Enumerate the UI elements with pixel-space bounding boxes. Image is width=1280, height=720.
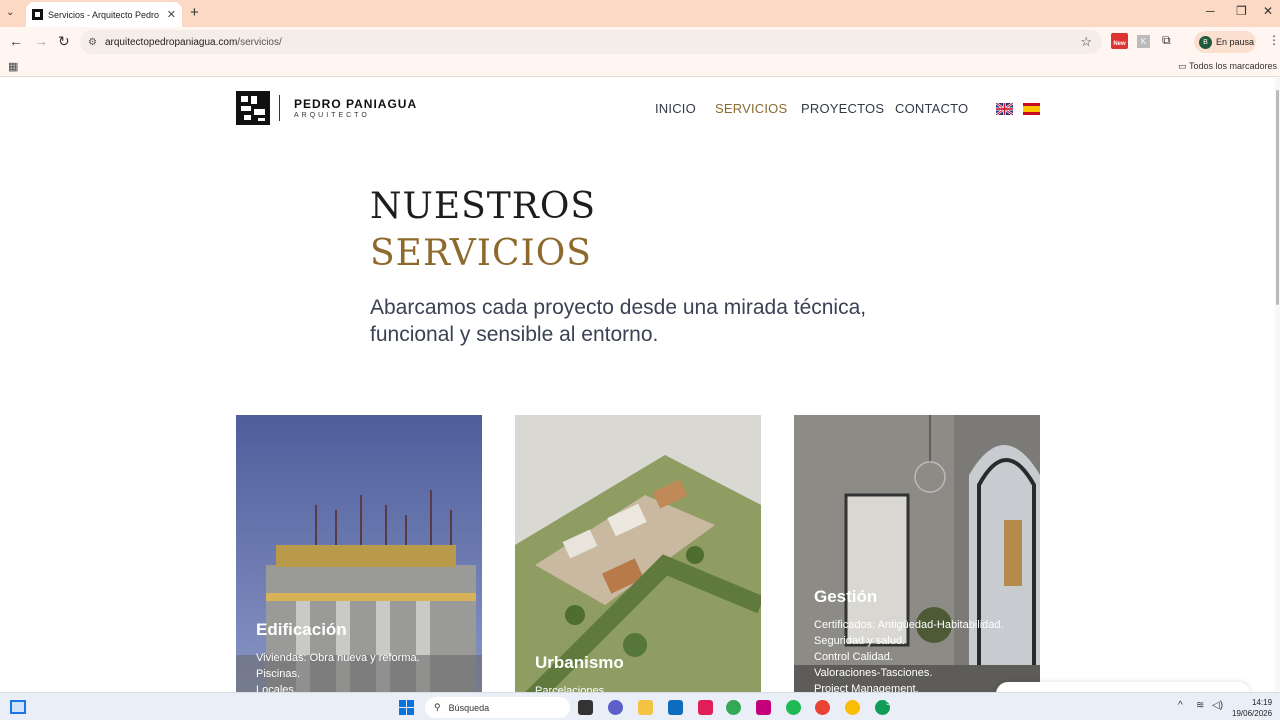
scrollbar-thumb[interactable] bbox=[1276, 90, 1279, 305]
logo-divider bbox=[279, 95, 280, 121]
address-bar[interactable]: ⚙ arquitectopedropaniagua.com/servicios/… bbox=[80, 30, 1102, 54]
english-flag-icon[interactable] bbox=[996, 103, 1013, 115]
service-card-urbanismo[interactable]: Urbanismo Parcelaciones. bbox=[515, 415, 761, 692]
card-item: Parcelaciones. bbox=[535, 685, 608, 692]
close-tab-icon[interactable]: ✕ bbox=[167, 8, 176, 21]
windows-start-icon[interactable] bbox=[399, 700, 414, 715]
slack-icon[interactable] bbox=[698, 700, 713, 715]
service-card-edificacion[interactable]: Edificación Viviendas: Obra nueva y refo… bbox=[236, 415, 482, 692]
avatar: B bbox=[1199, 35, 1212, 49]
card-title: Gestión bbox=[814, 587, 878, 606]
task-view-icon[interactable] bbox=[578, 700, 593, 715]
page-title-line2: SERVICIOS bbox=[370, 233, 592, 274]
tab-search-icon[interactable]: ⌄ bbox=[6, 7, 14, 18]
url-path: /servicios/ bbox=[237, 36, 282, 48]
bookmarks-bar: ▦ ▭ Todos los marcadores bbox=[0, 57, 1280, 77]
chrome-active-icon[interactable]: 5 bbox=[875, 700, 890, 715]
clock-time: 14:19 bbox=[1252, 698, 1273, 707]
tab-active[interactable]: Servicios - Arquitecto Pedro Pa ✕ bbox=[26, 2, 182, 27]
chrome-profile-icon[interactable] bbox=[815, 700, 830, 715]
clock-date: 19/06/2026 bbox=[1232, 709, 1273, 718]
extension-new-icon[interactable]: New bbox=[1111, 33, 1128, 49]
all-bookmarks-label: Todos los marcadores bbox=[1188, 61, 1277, 71]
bookmark-star-icon[interactable]: ☆ bbox=[1080, 34, 1092, 50]
taskbar: ⚲ Búsqueda 5 ^ ≋ ◁) 14:19 19/06/2026 bbox=[0, 692, 1280, 720]
card-item: Viviendas: Obra nueva y reforma. bbox=[256, 652, 420, 664]
tray-chevron-icon[interactable]: ^ bbox=[1178, 700, 1183, 711]
card-item: Certificados: Antigüedad-Habitabilidad. bbox=[814, 619, 1004, 631]
urban-plan-image bbox=[515, 415, 761, 692]
card-item: Valoraciones-Tasciones. bbox=[814, 667, 933, 679]
window-close-icon[interactable]: ✕ bbox=[1263, 4, 1273, 18]
nav-servicios[interactable]: SERVICIOS bbox=[715, 101, 787, 116]
card-item: Locales. bbox=[256, 684, 297, 692]
site-logo[interactable]: PEDRO PANIAGUA ARQUITECTO bbox=[236, 91, 417, 125]
logo-mark-icon bbox=[236, 91, 270, 125]
file-explorer-icon[interactable] bbox=[638, 700, 653, 715]
taskbar-search[interactable]: ⚲ Búsqueda bbox=[425, 697, 570, 718]
url-domain: arquitectopedropaniagua.com bbox=[104, 36, 238, 48]
browser-toolbar: ← → ↻ ⚙ arquitectopedropaniagua.com/serv… bbox=[0, 27, 1280, 57]
spanish-flag-icon[interactable] bbox=[1023, 103, 1040, 115]
profile-button[interactable]: B En pausa bbox=[1194, 31, 1256, 53]
browser-menu-icon[interactable]: ⋮ bbox=[1268, 33, 1280, 47]
spotify-icon[interactable] bbox=[786, 700, 801, 715]
search-placeholder: Búsqueda bbox=[448, 702, 490, 713]
profile-status: En pausa bbox=[1216, 37, 1255, 47]
card-item: Piscinas. bbox=[256, 668, 301, 680]
card-item: Project Management. bbox=[814, 683, 919, 692]
card-title: Urbanismo bbox=[535, 653, 624, 672]
search-icon: ⚲ bbox=[434, 702, 441, 712]
logo-name: PEDRO PANIAGUA bbox=[294, 97, 418, 111]
tab-title: Servicios - Arquitecto Pedro Pa bbox=[48, 9, 162, 20]
site-info-icon[interactable]: ⚙ bbox=[88, 37, 97, 48]
page-title-line1: NUESTROS bbox=[370, 186, 597, 227]
maximize-icon[interactable]: ❐ bbox=[1236, 4, 1247, 18]
new-tab-icon[interactable]: + bbox=[190, 4, 199, 21]
clock[interactable]: 14:19 19/06/2026 bbox=[1232, 697, 1272, 719]
app-icon[interactable] bbox=[756, 700, 771, 715]
wifi-icon[interactable]: ≋ bbox=[1196, 700, 1204, 711]
extensions-puzzle-icon[interactable]: ⧉ bbox=[1162, 33, 1171, 48]
card-item: Seguridad y salud. bbox=[814, 635, 906, 647]
chat-widget[interactable] bbox=[996, 682, 1250, 692]
volume-icon[interactable]: ◁) bbox=[1212, 700, 1223, 711]
reload-icon[interactable]: ↻ bbox=[58, 33, 70, 50]
page-scrollbar[interactable] bbox=[1275, 78, 1280, 692]
card-item: Control Calidad. bbox=[814, 651, 893, 663]
site-favicon-icon bbox=[32, 9, 43, 20]
logo-subtitle: ARQUITECTO bbox=[294, 112, 370, 119]
extension-k-icon[interactable]: K bbox=[1137, 35, 1150, 48]
nav-contacto[interactable]: CONTACTO bbox=[895, 101, 968, 116]
all-bookmarks-button[interactable]: ▭ Todos los marcadores bbox=[1178, 61, 1277, 72]
browser-tab-strip: ⌄ Servicios - Arquitecto Pedro Pa ✕ + ─ … bbox=[0, 0, 1280, 27]
card-title: Edificación bbox=[256, 620, 347, 639]
outlook-icon[interactable] bbox=[668, 700, 683, 715]
web-page: PEDRO PANIAGUA ARQUITECTO INICIO SERVICI… bbox=[0, 78, 1280, 692]
nav-proyectos[interactable]: PROYECTOS bbox=[801, 101, 884, 116]
back-icon[interactable]: ← bbox=[9, 33, 23, 49]
forward-icon[interactable]: → bbox=[34, 33, 48, 49]
minimize-icon[interactable]: ─ bbox=[1206, 4, 1215, 18]
chrome-icon[interactable] bbox=[726, 700, 741, 715]
chrome-profile-icon[interactable] bbox=[845, 700, 860, 715]
chat-app-icon[interactable] bbox=[608, 700, 623, 715]
nav-inicio[interactable]: INICIO bbox=[655, 101, 696, 116]
service-card-gestion[interactable]: Gestión Certificados: Antigüedad-Habitab… bbox=[794, 415, 1040, 692]
page-lead: Abarcamos cada proyecto desde una mirada… bbox=[370, 296, 867, 346]
widgets-icon[interactable] bbox=[10, 700, 26, 714]
apps-grid-icon[interactable]: ▦ bbox=[8, 60, 18, 73]
